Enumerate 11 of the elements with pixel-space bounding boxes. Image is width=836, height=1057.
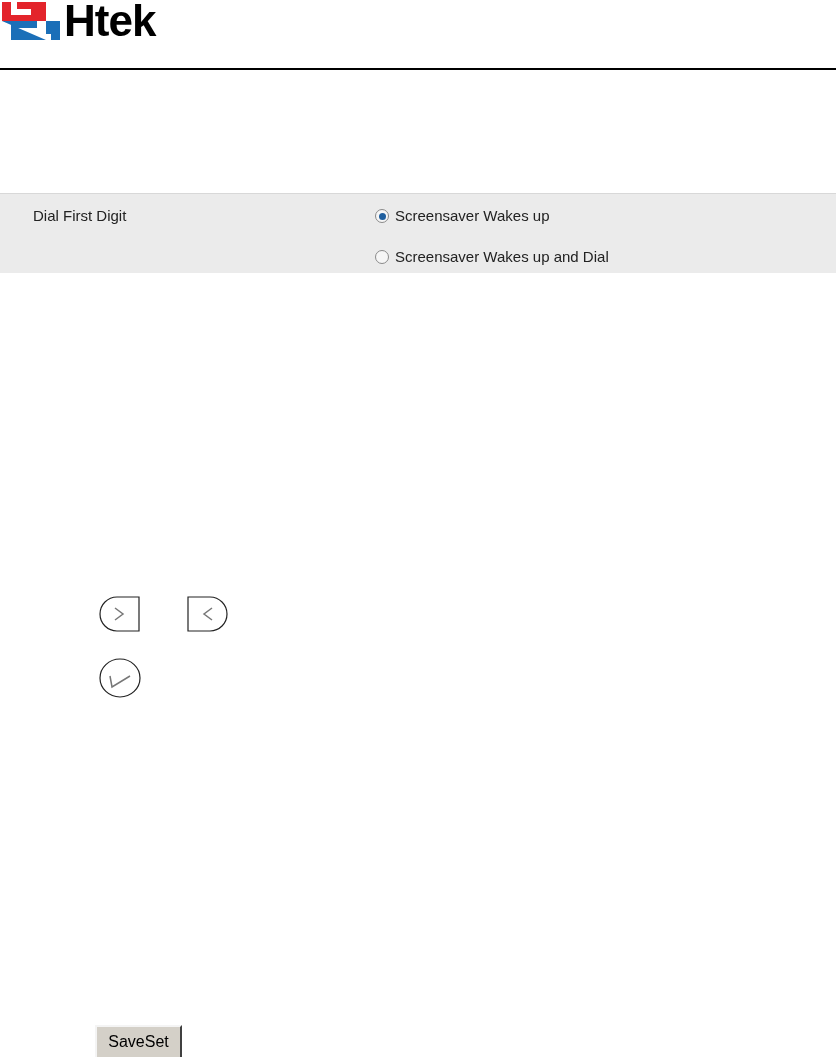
radio-button[interactable] (375, 209, 389, 224)
radio-button[interactable] (375, 249, 389, 264)
left-key-icon (186, 596, 228, 632)
logo-icon (2, 2, 60, 40)
ok-key-icon (99, 658, 141, 698)
option-label: Screensaver Wakes up and Dial (395, 246, 609, 267)
logo-text: Htek (64, 2, 156, 40)
option-label: Screensaver Wakes up (395, 206, 550, 226)
right-key-icon (99, 596, 141, 632)
setting-label: Dial First Digit (32, 206, 128, 226)
save-button[interactable]: SaveSet (95, 1025, 182, 1057)
